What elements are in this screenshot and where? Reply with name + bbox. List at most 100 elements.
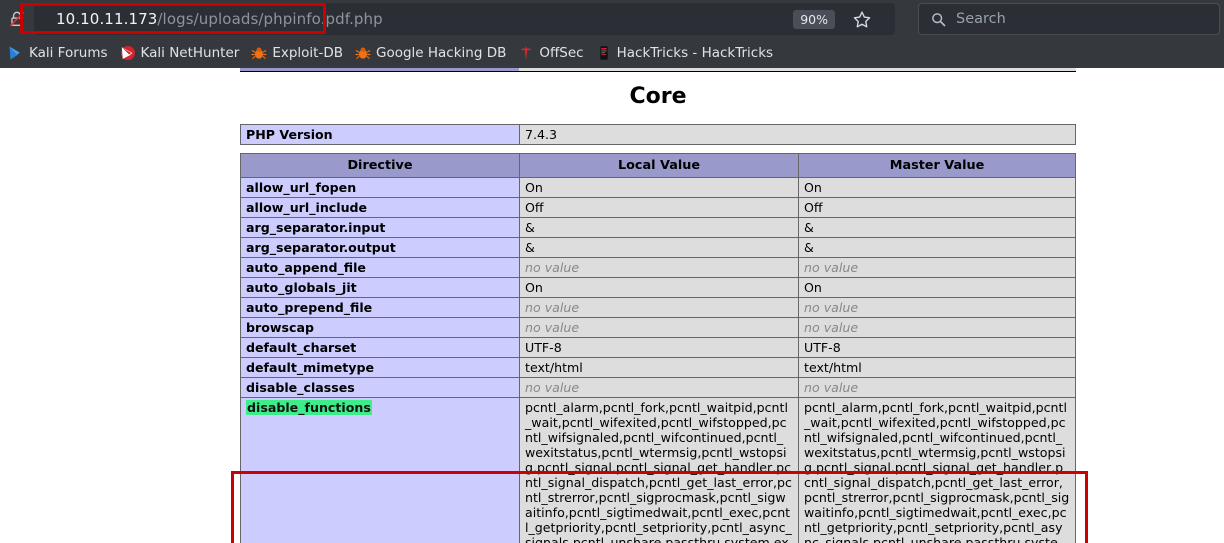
search-icon [931,12,946,27]
directive-name: auto_globals_jit [240,277,520,298]
local-value: text/html [519,357,799,378]
no-value-text: no value [804,300,859,315]
php-directives-body: allow_url_fopen On On allow_url_include Off O… [240,177,1076,543]
page-title: Core [629,84,687,109]
local-value: & [519,237,799,258]
master-value: On [798,177,1076,198]
local-value: UTF-8 [519,337,799,358]
local-value: no value [519,257,799,278]
directive-name: disable_functions [240,397,520,543]
master-value: no value [798,377,1076,398]
table-row: PHP Version 7.4.3 [240,124,1076,145]
url-bar[interactable]: 10.10.11.173/logs/uploads/phpinfo.pdf.ph… [34,3,895,35]
hacktricks-icon [596,45,612,61]
table-row: auto_prepend_file no value no value [240,297,1076,318]
directive-name: auto_prepend_file [240,297,520,318]
local-value: On [519,177,799,198]
bookmark-label: Kali NetHunter [140,45,240,61]
no-value-text: no value [804,380,859,395]
bookmark-google-hacking-db[interactable]: Google Hacking DB [351,41,512,65]
bookmark-kali-nethunter[interactable]: Kali NetHunter [116,41,246,65]
directive-name: disable_classes [240,377,520,398]
local-value: no value [519,297,799,318]
url-host: 10.10.11.173 [56,10,158,28]
table-row: default_mimetype text/html text/html [240,357,1076,378]
exploitdb-bug-icon [251,45,267,61]
local-value: no value [519,317,799,338]
bookmark-exploit-db[interactable]: Exploit-DB [247,41,349,65]
url-bar-container: 10.10.11.173/logs/uploads/phpinfo.pdf.ph… [34,3,895,35]
cutoff-right-cell [519,68,1076,72]
directive-name: default_charset [240,337,520,358]
php-version-value: 7.4.3 [519,124,1076,145]
bookmarks-toolbar: Kali Forums Kali NetHunter Exploit-DB Go… [0,38,1224,68]
master-value: On [798,277,1076,298]
php-version-label: PHP Version [240,124,520,145]
master-value: & [798,217,1076,238]
master-value: Off [798,197,1076,218]
master-value: no value [798,257,1076,278]
local-value: pcntl_alarm,pcntl_fork,pcntl_waitpid,pcn… [519,397,799,543]
directive-name: allow_url_fopen [240,177,520,198]
bookmark-hacktricks[interactable]: HackTricks - HackTricks [592,41,779,65]
column-header-directive: Directive [240,153,520,178]
previous-table-cutoff [240,68,1076,72]
bookmark-label: Google Hacking DB [375,45,507,61]
browser-chrome: 10.10.11.173/logs/uploads/phpinfo.pdf.ph… [0,0,1224,68]
star-icon[interactable] [851,9,873,31]
table-row: browscap no value no value [240,317,1076,338]
php-version-table: PHP Version 7.4.3 [240,124,1076,145]
table-row: disable_classes no value no value [240,377,1076,398]
directive-name: browscap [240,317,520,338]
cutoff-left-cell [240,68,519,72]
google-hacking-db-bug-icon [355,45,371,61]
table-row: allow_url_fopen On On [240,177,1076,198]
php-directives-table: Directive Local Value Master Value allow… [240,153,1076,543]
local-value: On [519,277,799,298]
lock-crossed-icon[interactable] [2,4,32,34]
no-value-text: no value [525,380,580,395]
bookmark-offsec[interactable]: OffSec [514,41,589,65]
local-value: no value [519,377,799,398]
kali-dragon-icon [8,45,24,61]
offsec-dagger-icon [518,45,534,61]
column-header-local-value: Local Value [519,153,799,178]
bookmark-label: Kali Forums [29,45,108,61]
master-value: no value [798,317,1076,338]
highlighted-directive: disable_functions [246,400,372,415]
directive-name: auto_append_file [240,257,520,278]
master-value: & [798,237,1076,258]
table-row: arg_separator.output & & [240,237,1076,258]
table-row: arg_separator.input & & [240,217,1076,238]
master-value: text/html [798,357,1076,378]
no-value-text: no value [804,320,859,335]
master-value: UTF-8 [798,337,1076,358]
master-value: no value [798,297,1076,318]
search-placeholder: Search [956,11,1006,27]
table-row: auto_globals_jit On On [240,277,1076,298]
zoom-level-badge[interactable]: 90% [793,10,835,29]
no-value-text: no value [804,260,859,275]
page-viewport: Core PHP Version 7.4.3 Directive Local V… [0,68,1224,543]
url-text: 10.10.11.173/logs/uploads/phpinfo.pdf.ph… [56,10,383,28]
bookmark-label: Exploit-DB [272,45,343,61]
kali-nethunter-icon [120,45,136,61]
local-value: & [519,217,799,238]
table-row: default_charset UTF-8 UTF-8 [240,337,1076,358]
search-bar[interactable]: Search [918,3,1220,35]
bookmark-kali-forums[interactable]: Kali Forums [4,41,114,65]
directive-name: arg_separator.output [240,237,520,258]
bookmark-label: HackTricks - HackTricks [616,45,774,61]
directive-name: allow_url_include [240,197,520,218]
table-row: disable_functions pcntl_alarm,pcntl_fork,… [240,397,1076,543]
navigation-toolbar: 10.10.11.173/logs/uploads/phpinfo.pdf.ph… [0,0,1224,38]
local-value: Off [519,197,799,218]
table-row: allow_url_include Off Off [240,197,1076,218]
no-value-text: no value [525,300,580,315]
directive-name: arg_separator.input [240,217,520,238]
column-header-master-value: Master Value [798,153,1076,178]
no-value-text: no value [525,320,580,335]
master-value: pcntl_alarm,pcntl_fork,pcntl_waitpid,pcn… [798,397,1076,543]
url-path: /logs/uploads/phpinfo.pdf.php [157,10,383,28]
no-value-text: no value [525,260,580,275]
